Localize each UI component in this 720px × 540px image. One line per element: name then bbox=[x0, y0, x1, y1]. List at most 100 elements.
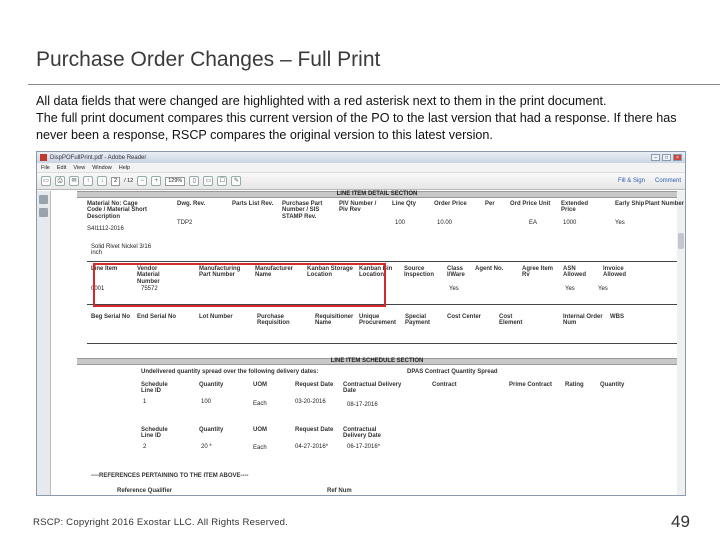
end-serial-header: End Serial No bbox=[137, 314, 177, 320]
changed-fields-highlight bbox=[93, 263, 386, 307]
close-button[interactable]: × bbox=[673, 154, 682, 161]
zoom-select[interactable]: 129% bbox=[165, 176, 186, 186]
order-price-value: 10.00 bbox=[437, 220, 453, 226]
body-paragraph-2: The full print document compares this cu… bbox=[36, 111, 677, 142]
window-titlebar: DispPOFullPrint.pdf - Adobe Reader – □ × bbox=[37, 152, 685, 163]
invoice-allowed-header: Invoice Allowed bbox=[603, 266, 627, 279]
schedule-section-header: LINE ITEM SCHEDULE SECTION bbox=[77, 358, 677, 365]
unit-value: EA bbox=[529, 220, 538, 226]
schedule-line-1-qty: 100 bbox=[201, 399, 212, 405]
internal-order-header: Internal Order Num bbox=[563, 314, 603, 327]
special-payment-header: Special Payment bbox=[405, 314, 431, 327]
schedule-line-1-id: 1 bbox=[143, 399, 147, 405]
email-icon[interactable]: ✉ bbox=[69, 176, 79, 186]
schedule-line-2-id: 2 bbox=[143, 444, 147, 450]
menu-window[interactable]: Window bbox=[92, 165, 112, 171]
pdf-page: LINE ITEM DETAIL SECTION Material No: Ca… bbox=[77, 191, 684, 495]
toolbar: ▭ ⎙ ✉ ↑ ↓ 2 / 12 − + 129% ▯ ▭ ☐ ✎ Fill &… bbox=[37, 173, 685, 190]
row-divider bbox=[87, 261, 677, 262]
request-date-header: Request Date bbox=[295, 427, 334, 433]
menu-help[interactable]: Help bbox=[119, 165, 130, 171]
pages-icon[interactable] bbox=[39, 195, 48, 204]
adobe-reader-screenshot: DispPOFullPrint.pdf - Adobe Reader – □ ×… bbox=[36, 151, 686, 496]
extended-price-value: 1000 bbox=[563, 220, 577, 226]
line-qty-value: 100 bbox=[395, 220, 406, 226]
slide-number: 49 bbox=[671, 512, 690, 531]
class-value: Yes bbox=[449, 286, 459, 292]
attachments-icon[interactable] bbox=[39, 208, 48, 217]
ord-price-unit-header: Ord Price Unit bbox=[510, 201, 551, 207]
print-icon[interactable]: ⎙ bbox=[55, 176, 65, 186]
rating-header: Rating bbox=[565, 382, 584, 388]
next-page-icon[interactable]: ↓ bbox=[97, 176, 107, 186]
uom-header: UOM bbox=[253, 382, 267, 388]
zoom-in-icon[interactable]: + bbox=[151, 176, 162, 186]
contract-header: Contract bbox=[432, 382, 457, 388]
unique-procurement-header: Unique Procurement bbox=[359, 314, 397, 327]
highlight-icon[interactable]: ✎ bbox=[231, 176, 242, 186]
comment-bubble-icon[interactable]: ☐ bbox=[217, 176, 228, 186]
schedule-line-2-request-date: 04-27-2016* bbox=[295, 444, 329, 450]
cost-center-header: Cost Center bbox=[447, 314, 482, 320]
piv-number-header: PIV Number / Piv Rev bbox=[339, 201, 377, 214]
slide-body: All data fields that were changed are hi… bbox=[36, 93, 696, 144]
material-number-value: S4I1112-2016 bbox=[87, 226, 124, 232]
asn-value: Yes bbox=[565, 286, 575, 292]
material-no-header: Material No: Cage Code / Material Short … bbox=[87, 201, 148, 220]
plant-number-header: Plant Number bbox=[645, 201, 685, 207]
material-description: Solid Rivet Nickel 3/16 inch bbox=[91, 244, 152, 257]
quantity-header: Quantity bbox=[199, 382, 224, 388]
wbs-header: WBS bbox=[610, 314, 624, 320]
reference-qualifier-header: Reference Qualifier bbox=[117, 488, 173, 494]
dpas-quantity-header: Quantity bbox=[600, 382, 625, 388]
agent-no-header: Agent No. bbox=[475, 266, 504, 272]
page-number-input[interactable]: 2 bbox=[111, 176, 121, 186]
zoom-out-icon[interactable]: − bbox=[137, 176, 148, 186]
purchase-requisition-header: Purchase Requisition bbox=[257, 314, 290, 327]
prime-contract-header: Prime Contract bbox=[509, 382, 553, 388]
fill-sign-button[interactable]: Fill & Sign bbox=[618, 178, 645, 184]
line-qty-header: Line Qty bbox=[392, 201, 417, 207]
source-inspection-header: Source Inspection bbox=[404, 266, 435, 279]
menubar: File Edit View Window Help bbox=[37, 163, 685, 173]
cage-code-value: TDP2 bbox=[177, 220, 193, 226]
footer-copyright: RSCP: Copyright 2016 Exostar LLC. All Ri… bbox=[33, 517, 289, 528]
parts-list-rev-header: Parts List Rev. bbox=[232, 201, 274, 207]
references-header: ----REFERENCES PERTAINING TO THE ITEM AB… bbox=[91, 473, 249, 479]
schedule-line-2-qty: 20 * bbox=[201, 444, 212, 450]
open-icon[interactable]: ▭ bbox=[41, 176, 51, 186]
beg-serial-header: Beg Serial No bbox=[91, 314, 131, 320]
cost-element-header: Cost Element bbox=[499, 314, 523, 327]
requisitioner-name-header: Requisitioner Name bbox=[315, 314, 354, 327]
dwg-rev-header: Dwg. Rev. bbox=[177, 201, 206, 207]
schedule-line-2-uom: Each bbox=[253, 445, 267, 451]
vertical-scrollbar[interactable] bbox=[676, 191, 685, 495]
quantity-header: Quantity bbox=[199, 427, 224, 433]
line-item-detail-header: LINE ITEM DETAIL SECTION bbox=[77, 191, 677, 198]
schedule-line-id-header: Schedule Line ID bbox=[141, 427, 168, 440]
scrollbar-thumb[interactable] bbox=[678, 233, 684, 249]
lot-number-header: Lot Number bbox=[199, 314, 233, 320]
schedule-line-id-header: Schedule Line ID bbox=[141, 382, 168, 395]
schedule-line-1-delivery-date: 08-17-2016 bbox=[347, 402, 378, 408]
menu-view[interactable]: View bbox=[73, 165, 85, 171]
purchase-part-header: Purchase Part Number / SIS STAMP Rev. bbox=[282, 201, 323, 220]
maximize-button[interactable]: □ bbox=[662, 154, 671, 161]
previous-page-icon[interactable]: ↑ bbox=[83, 176, 93, 186]
fit-width-icon[interactable]: ▭ bbox=[203, 176, 214, 186]
title-divider bbox=[28, 84, 720, 85]
contractual-delivery-header: Contractual Delivery Date bbox=[343, 382, 402, 395]
menu-edit[interactable]: Edit bbox=[57, 165, 66, 171]
menu-file[interactable]: File bbox=[41, 165, 50, 171]
minimize-button[interactable]: – bbox=[651, 154, 660, 161]
order-price-header: Order Price bbox=[434, 201, 467, 207]
fit-page-icon[interactable]: ▯ bbox=[189, 176, 200, 186]
comment-button[interactable]: Comment bbox=[655, 178, 681, 184]
asn-allowed-header: ASN Allowed bbox=[563, 266, 587, 279]
agree-item-header: Agree Item Rv bbox=[522, 266, 554, 279]
ref-num-header: Ref Num bbox=[327, 488, 352, 494]
adobe-reader-icon bbox=[40, 154, 47, 161]
dpas-header: DPAS Contract Quantity Spread bbox=[407, 369, 498, 375]
body-paragraph-1: All data fields that were changed are hi… bbox=[36, 94, 607, 108]
early-ship-value: Yes bbox=[615, 220, 625, 226]
